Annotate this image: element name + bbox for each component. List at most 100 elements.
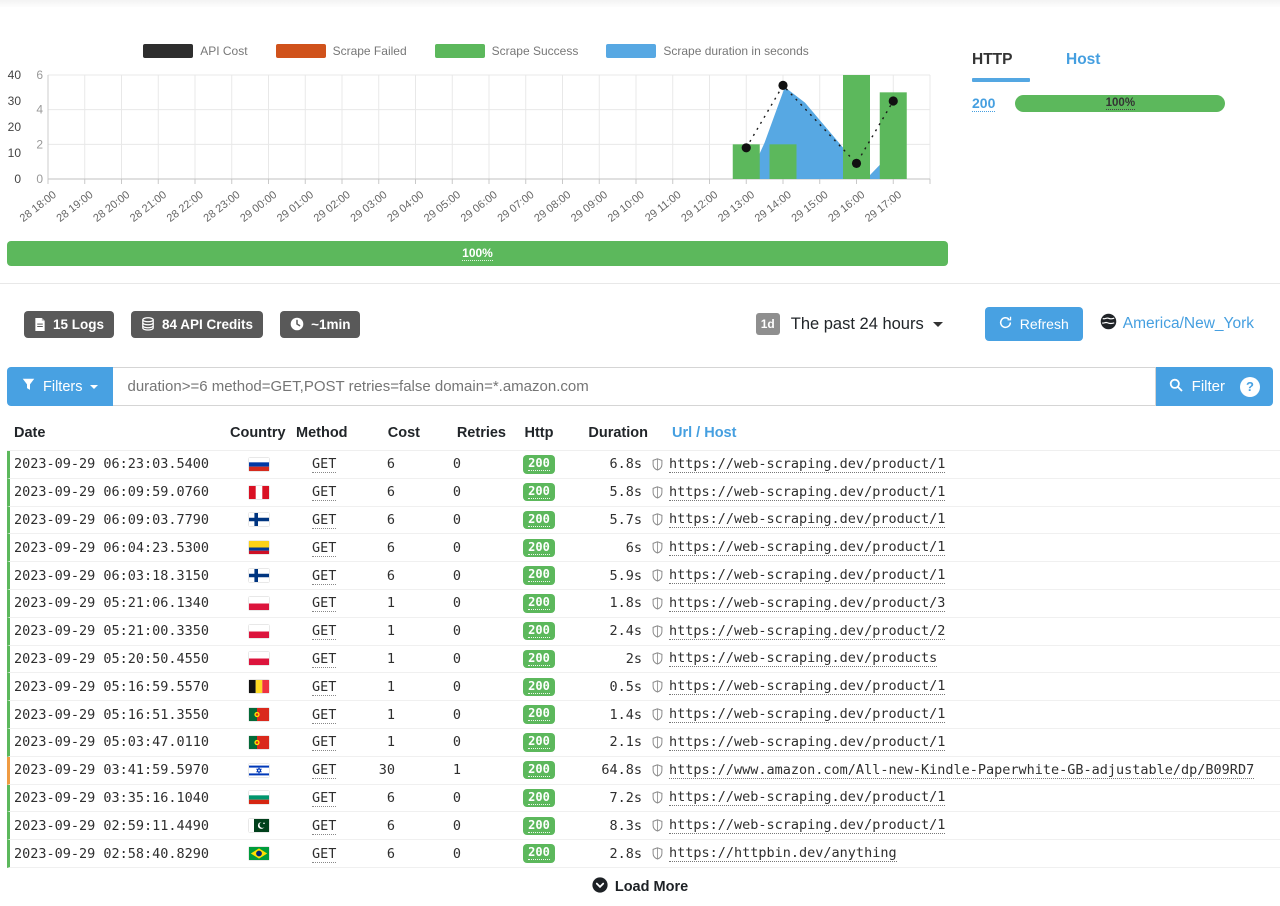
url-link[interactable]: https://www.amazon.com/All-new-Kindle-Pa…	[669, 762, 1254, 779]
http-status-badge[interactable]: 200	[508, 455, 570, 474]
legend-item-scrape-failed[interactable]: Scrape Failed	[276, 43, 407, 59]
svg-text:29 12:00: 29 12:00	[679, 189, 720, 225]
url-link[interactable]: https://web-scraping.dev/product/1	[669, 789, 945, 806]
log-table-row[interactable]: 2023-09-29 05:16:51.3550GET102001.4shttp…	[7, 701, 1280, 729]
log-table-row[interactable]: 2023-09-29 06:23:03.5400GET602006.8shttp…	[7, 451, 1280, 479]
url-link[interactable]: https://web-scraping.dev/products	[669, 650, 937, 667]
http-status-badge[interactable]: 200	[508, 844, 570, 863]
url-cell[interactable]: https://web-scraping.dev/product/3	[650, 595, 1280, 612]
log-table-row[interactable]: 2023-09-29 05:21:00.3350GET102002.4shttp…	[7, 618, 1280, 646]
method-link[interactable]: GET	[296, 540, 370, 556]
url-cell[interactable]: https://web-scraping.dev/product/1	[650, 817, 1280, 834]
log-table-row[interactable]: 2023-09-29 03:35:16.1040GET602007.2shttp…	[7, 785, 1280, 813]
method-link[interactable]: GET	[296, 846, 370, 862]
http-status-badge[interactable]: 200	[508, 594, 570, 613]
http-status-badge[interactable]: 200	[508, 789, 570, 808]
log-table-row[interactable]: 2023-09-29 03:41:59.5970GET30120064.8sht…	[7, 757, 1280, 785]
refresh-button[interactable]: Refresh	[985, 307, 1083, 341]
method-link[interactable]: GET	[296, 762, 370, 778]
timezone-link[interactable]: America/New_York	[1123, 315, 1254, 333]
url-link[interactable]: https://web-scraping.dev/product/1	[669, 567, 945, 584]
url-link[interactable]: https://web-scraping.dev/product/3	[669, 595, 945, 612]
method-link[interactable]: GET	[296, 512, 370, 528]
method-link[interactable]: GET	[296, 595, 370, 611]
breakdown-tabs: HTTP Host	[972, 51, 1225, 82]
legend-marker	[606, 44, 656, 58]
top-strip	[0, 0, 1280, 7]
method-link[interactable]: GET	[296, 623, 370, 639]
http-status-badge[interactable]: 200	[508, 733, 570, 752]
log-table-row[interactable]: 2023-09-29 05:16:59.5570GET102000.5shttp…	[7, 673, 1280, 701]
legend-item-api-cost[interactable]: API Cost	[143, 43, 247, 59]
url-link[interactable]: https://httpbin.dev/anything	[669, 845, 897, 862]
tab-host[interactable]: Host	[1066, 51, 1100, 82]
svg-text:6: 6	[36, 68, 43, 82]
method-link[interactable]: GET	[296, 707, 370, 723]
http-status-badge[interactable]: 200	[508, 761, 570, 780]
legend-item-scrape-duration-in-seconds[interactable]: Scrape duration in seconds	[606, 43, 808, 59]
method-link[interactable]: GET	[296, 651, 370, 667]
url-cell[interactable]: https://web-scraping.dev/product/1	[650, 567, 1280, 584]
log-table-row[interactable]: 2023-09-29 06:09:59.0760GET602005.8shttp…	[7, 479, 1280, 507]
http-status-badge[interactable]: 200	[508, 678, 570, 697]
status-code-link[interactable]: 200	[972, 95, 995, 112]
method-link[interactable]: GET	[296, 679, 370, 695]
url-cell[interactable]: https://web-scraping.dev/product/2	[650, 623, 1280, 640]
http-status-badge[interactable]: 200	[508, 483, 570, 502]
url-link[interactable]: https://web-scraping.dev/product/2	[669, 623, 945, 640]
log-table-row[interactable]: 2023-09-29 05:21:06.1340GET102001.8shttp…	[7, 590, 1280, 618]
method-link[interactable]: GET	[296, 818, 370, 834]
svg-text:29 04:00: 29 04:00	[385, 189, 426, 225]
log-table-row[interactable]: 2023-09-29 06:09:03.7790GET602005.7shttp…	[7, 507, 1280, 535]
log-table-row[interactable]: 2023-09-29 05:03:47.0110GET102002.1shttp…	[7, 729, 1280, 757]
filter-query-input[interactable]	[113, 367, 1155, 406]
http-status-badge[interactable]: 200	[508, 511, 570, 530]
method-link[interactable]: GET	[296, 484, 370, 500]
url-link[interactable]: https://web-scraping.dev/product/1	[669, 734, 945, 751]
cost-value: 6	[370, 818, 422, 834]
tab-http[interactable]: HTTP	[972, 51, 1030, 82]
url-link[interactable]: https://web-scraping.dev/product/1	[669, 706, 945, 723]
url-cell[interactable]: https://web-scraping.dev/product/1	[650, 678, 1280, 695]
range-badge: 1d	[756, 313, 780, 335]
url-link[interactable]: https://web-scraping.dev/product/1	[669, 484, 945, 501]
http-status-badge[interactable]: 200	[508, 566, 570, 585]
legend-item-scrape-success[interactable]: Scrape Success	[435, 43, 579, 59]
url-cell[interactable]: https://web-scraping.dev/product/1	[650, 484, 1280, 501]
time-range-dropdown[interactable]: The past 24 hours	[791, 315, 943, 334]
method-link[interactable]: GET	[296, 568, 370, 584]
url-link[interactable]: https://web-scraping.dev/product/1	[669, 539, 945, 556]
http-status-badge[interactable]: 200	[508, 817, 570, 836]
url-cell[interactable]: https://web-scraping.dev/product/1	[650, 789, 1280, 806]
url-cell[interactable]: https://web-scraping.dev/product/1	[650, 511, 1280, 528]
column-header-url-host[interactable]: Url / Host	[650, 425, 1280, 441]
url-cell[interactable]: https://web-scraping.dev/product/1	[650, 734, 1280, 751]
method-link[interactable]: GET	[296, 790, 370, 806]
http-status-badge[interactable]: 200	[508, 622, 570, 641]
method-link[interactable]: GET	[296, 734, 370, 750]
url-cell[interactable]: https://web-scraping.dev/product/1	[650, 456, 1280, 473]
log-table-row[interactable]: 2023-09-29 05:20:50.4550GET102002shttps:…	[7, 646, 1280, 674]
url-link[interactable]: https://web-scraping.dev/product/1	[669, 817, 945, 834]
url-cell[interactable]: https://web-scraping.dev/product/1	[650, 706, 1280, 723]
http-status-badge[interactable]: 200	[508, 650, 570, 669]
load-more-button[interactable]: Load More	[0, 868, 1280, 906]
http-status-badge[interactable]: 200	[508, 705, 570, 724]
filters-dropdown-button[interactable]: Filters	[7, 367, 113, 406]
url-link[interactable]: https://web-scraping.dev/product/1	[669, 511, 945, 528]
url-cell[interactable]: https://web-scraping.dev/product/1	[650, 539, 1280, 556]
help-icon[interactable]: ?	[1240, 377, 1260, 397]
log-table-row[interactable]: 2023-09-29 06:03:18.3150GET602005.9shttp…	[7, 562, 1280, 590]
log-table-row[interactable]: 2023-09-29 06:04:23.5300GET602006shttps:…	[7, 534, 1280, 562]
log-table-row[interactable]: 2023-09-29 02:59:11.4490GET602008.3shttp…	[7, 812, 1280, 840]
url-cell[interactable]: https://www.amazon.com/All-new-Kindle-Pa…	[650, 762, 1280, 779]
url-cell[interactable]: https://web-scraping.dev/products	[650, 650, 1280, 667]
http-status-badge[interactable]: 200	[508, 539, 570, 558]
filter-submit-button[interactable]: Filter ?	[1156, 367, 1273, 406]
log-table-row[interactable]: 2023-09-29 02:58:40.8290GET602002.8shttp…	[7, 840, 1280, 868]
url-link[interactable]: https://web-scraping.dev/product/1	[669, 456, 945, 473]
cost-value: 6	[370, 484, 422, 500]
method-link[interactable]: GET	[296, 456, 370, 472]
url-link[interactable]: https://web-scraping.dev/product/1	[669, 678, 945, 695]
url-cell[interactable]: https://httpbin.dev/anything	[650, 845, 1280, 862]
